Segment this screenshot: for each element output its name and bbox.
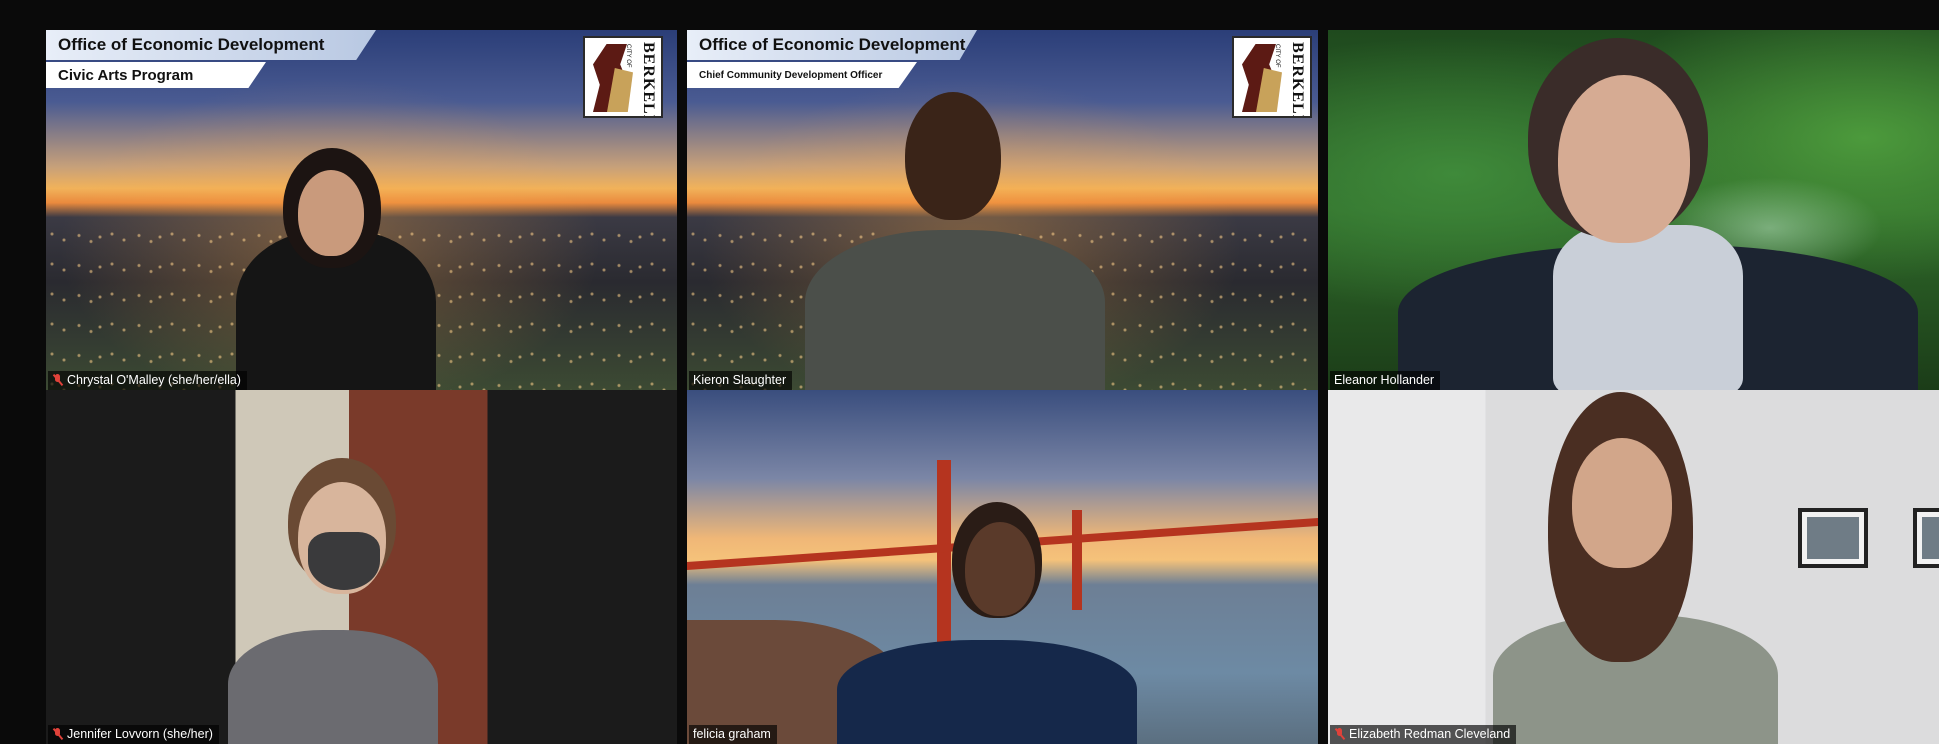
participant-name: felicia graham xyxy=(693,727,771,741)
mic-muted-icon xyxy=(52,728,63,740)
city-of-berkeley-logo: CITY OF BERKELEY xyxy=(583,36,663,118)
participant-name-tag: felicia graham xyxy=(689,725,777,744)
video-tile-chrystal[interactable]: Office of Economic Development Civic Art… xyxy=(46,30,677,390)
video-tile-elizabeth[interactable]: Elizabeth Redman Cleveland xyxy=(1328,390,1939,744)
participant-name: Jennifer Lovvorn (she/her) xyxy=(67,727,213,741)
banner-subtitle: Civic Arts Program xyxy=(46,62,266,88)
banner-title: Office of Economic Development xyxy=(687,30,977,60)
participant-name: Kieron Slaughter xyxy=(693,373,787,387)
video-tile-eleanor-active-speaker[interactable]: Eleanor Hollander xyxy=(1328,30,1939,390)
video-tile-jennifer[interactable]: Jennifer Lovvorn (she/her) xyxy=(46,390,677,744)
participant-name-tag: Elizabeth Redman Cleveland xyxy=(1330,725,1517,744)
participant-name-tag: Chrystal O'Malley (she/her/ella) xyxy=(48,371,247,390)
city-of-berkeley-logo: CITY OF BERKELEY xyxy=(1232,36,1312,118)
video-tile-felicia[interactable]: felicia graham xyxy=(687,390,1318,744)
participant-name-tag: Eleanor Hollander xyxy=(1330,371,1441,390)
banner-title: Office of Economic Development xyxy=(46,30,376,60)
video-gallery: Office of Economic Development Civic Art… xyxy=(46,30,1939,744)
participant-name: Eleanor Hollander xyxy=(1334,373,1435,387)
mic-muted-icon xyxy=(52,374,63,386)
banner-subtitle: Chief Community Development Officer xyxy=(687,62,917,88)
mic-muted-icon xyxy=(1334,728,1345,740)
participant-name: Chrystal O'Malley (she/her/ella) xyxy=(67,373,241,387)
participant-name-tag: Jennifer Lovvorn (she/her) xyxy=(48,725,219,744)
participant-name-tag: Kieron Slaughter xyxy=(689,371,793,390)
video-tile-kieron[interactable]: Office of Economic Development Chief Com… xyxy=(687,30,1318,390)
participant-name: Elizabeth Redman Cleveland xyxy=(1349,727,1511,741)
